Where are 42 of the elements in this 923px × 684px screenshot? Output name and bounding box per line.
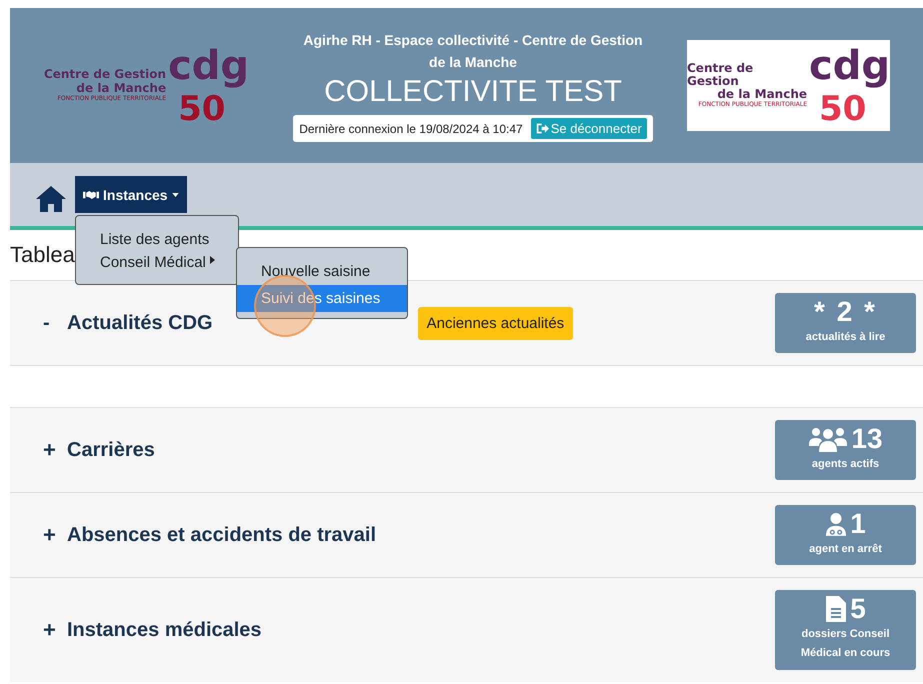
old-news-button[interactable]: Anciennes actualités — [418, 306, 574, 340]
logo-mark: cdg — [809, 42, 890, 88]
menu-item[interactable]: Liste des agents — [76, 228, 234, 251]
home-icon[interactable] — [35, 185, 67, 213]
section-title: Instances médicales — [67, 618, 262, 642]
logo-mark: cdg — [168, 42, 250, 88]
stat-value: 5 — [850, 594, 866, 625]
logo-number: 50 — [818, 88, 868, 128]
toggle-sign[interactable]: - — [43, 312, 67, 334]
section-title: Absences et accidents de travail — [67, 524, 376, 546]
toggle-sign[interactable]: + — [43, 617, 67, 643]
menu-item[interactable]: Conseil Médical — [76, 251, 239, 274]
logo-text: de la Manche — [717, 88, 808, 102]
section-title: Carrières — [67, 438, 155, 462]
section-header[interactable]: + Instances médicales 5 dossiers Conseil Médical en cours — [10, 578, 923, 682]
stat-value: 1 — [850, 508, 866, 540]
stat-label: actualités à lire — [806, 330, 886, 344]
section-header[interactable]: + Carrières 13 agents actifs — [10, 408, 923, 492]
stat-label: dossiers Conseil Médical en cours — [800, 626, 892, 662]
collectivity-name: COLLECTIVITE TEST — [324, 75, 622, 110]
section-header[interactable]: + Absences et accidents de travail 1 agent en arrêt — [10, 493, 923, 577]
stat-value: 13 — [851, 424, 883, 454]
doctor-icon — [825, 511, 848, 538]
users-icon — [808, 426, 848, 452]
toggle-sign[interactable]: + — [43, 437, 67, 463]
stat-label: agent en arrêt — [809, 542, 882, 556]
stat-value: * 2 * — [814, 296, 877, 328]
logo-text: Centre de Gestion — [44, 68, 166, 82]
caret-icon — [210, 256, 215, 264]
handshake-icon — [83, 190, 99, 200]
section-title: Actualités CDG — [67, 312, 213, 334]
toggle-sign[interactable]: + — [43, 522, 67, 548]
caret-icon — [172, 192, 179, 196]
logo-text: de la Manche — [76, 82, 166, 95]
file-icon — [825, 596, 848, 622]
menu-button[interactable]: Instances — [75, 176, 187, 213]
last-login-text: Dernière connexion le 19/08/2024 à 10:47 — [299, 122, 523, 136]
page-title: Tablea — [10, 242, 75, 268]
stat-label: agents actifs — [812, 456, 880, 472]
logo-number: 50 — [177, 88, 226, 128]
site-title: Agirhe RH - Espace collectivité - Centre de Gestion de la Manche — [302, 30, 644, 72]
sign-out-icon — [536, 122, 549, 136]
